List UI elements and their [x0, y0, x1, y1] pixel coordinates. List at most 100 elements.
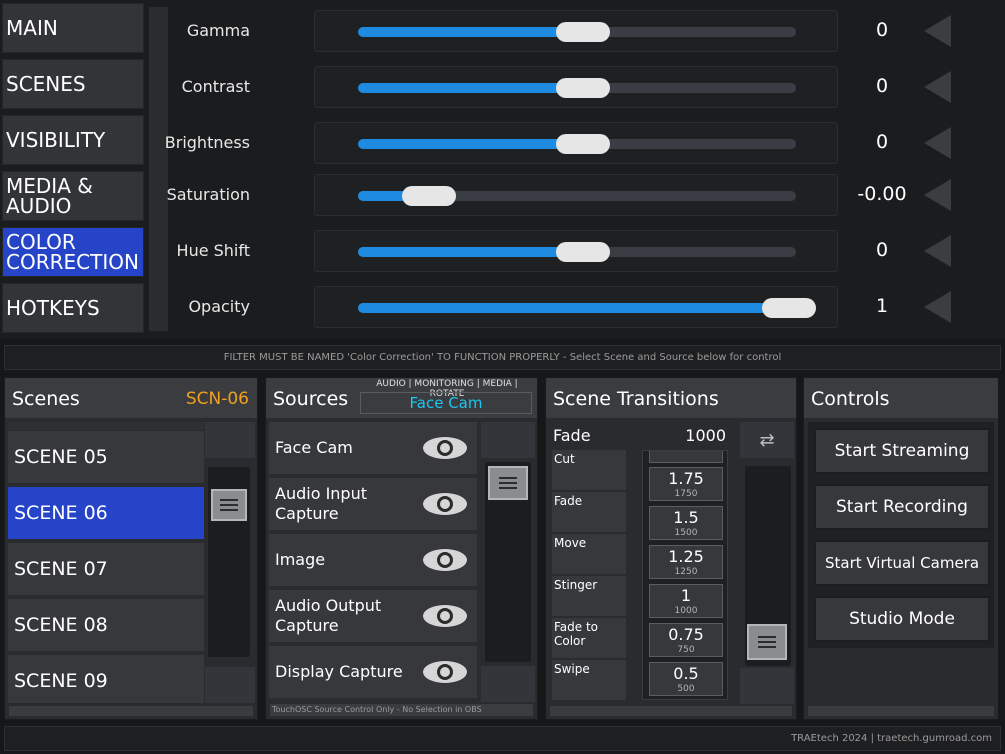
- transition-type-button[interactable]: Cut: [552, 450, 626, 490]
- transition-type-button[interactable]: Fade to Color: [552, 618, 626, 658]
- source-scroll-track[interactable]: [485, 462, 531, 662]
- slider-row-gamma: Gamma 0: [168, 10, 968, 52]
- transition-type-button[interactable]: Swipe: [552, 660, 626, 700]
- duration-button[interactable]: 0.75 750: [649, 623, 723, 657]
- eye-icon[interactable]: [423, 661, 467, 683]
- scenes-panel: Scenes SCN-06 SCENE 05 SCENE 06 SCENE 07 SC…: [4, 377, 258, 720]
- reset-triangle-icon[interactable]: [924, 235, 951, 267]
- scene-item[interactable]: SCENE 08: [8, 599, 204, 651]
- source-item[interactable]: Face Cam: [269, 422, 477, 474]
- duration-ms: 750: [677, 645, 695, 655]
- scene-item[interactable]: SCENE 07: [8, 543, 204, 595]
- scene-scroll-down[interactable]: [205, 667, 255, 703]
- slider-handle[interactable]: [556, 242, 610, 262]
- source-item[interactable]: Audio Input Capture: [269, 478, 477, 530]
- scene-scroll-handle[interactable]: [211, 489, 247, 521]
- source-item[interactable]: Audio Output Capture: [269, 590, 477, 642]
- slider-track[interactable]: [358, 298, 816, 318]
- nav-media-audio-button[interactable]: MEDIA & AUDIO: [2, 171, 144, 221]
- slider-handle[interactable]: [762, 298, 816, 318]
- eye-icon[interactable]: [423, 493, 467, 515]
- start-streaming-button[interactable]: Start Streaming: [814, 428, 990, 474]
- eye-icon[interactable]: [423, 605, 467, 627]
- slider-track[interactable]: [358, 186, 796, 206]
- reset-triangle-icon[interactable]: [924, 127, 951, 159]
- eye-icon[interactable]: [423, 549, 467, 571]
- duration-seconds: 1.75: [668, 469, 704, 488]
- scene-scroll-track[interactable]: [208, 467, 250, 657]
- transition-type-button[interactable]: Move: [552, 534, 626, 574]
- nav-label: MAIN: [6, 16, 58, 40]
- slider-track[interactable]: [358, 78, 796, 98]
- slider-handle[interactable]: [402, 186, 456, 206]
- duration-button[interactable]: 1 1000: [649, 584, 723, 618]
- slider-frame: [314, 66, 838, 108]
- source-scroll-down[interactable]: [481, 666, 535, 702]
- source-item[interactable]: Display Capture: [269, 646, 477, 698]
- transition-scroll-down[interactable]: [740, 668, 794, 704]
- source-item[interactable]: Image: [269, 534, 477, 586]
- current-scene-code: SCN-06: [185, 389, 249, 409]
- nav-color-correction-button[interactable]: COLOR CORRECTION: [2, 227, 144, 277]
- reset-triangle-icon[interactable]: [924, 179, 951, 211]
- nav-label: MEDIA & AUDIO: [6, 174, 93, 218]
- eye-icon[interactable]: [423, 437, 467, 459]
- slider-track[interactable]: [358, 134, 796, 154]
- duration-seconds: 0.75: [668, 625, 704, 644]
- source-label: Image: [275, 550, 326, 569]
- duration-ms: 1500: [674, 528, 698, 538]
- nav-scrollbar[interactable]: [149, 7, 168, 331]
- scene-item[interactable]: SCENE 09: [8, 655, 204, 703]
- slider-handle[interactable]: [556, 134, 610, 154]
- scenes-title: Scenes: [12, 388, 80, 410]
- slider-track[interactable]: [358, 242, 796, 262]
- source-scroll-up[interactable]: [481, 422, 535, 458]
- duration-button[interactable]: 1.75 1750: [649, 467, 723, 501]
- slider-track[interactable]: [358, 22, 796, 42]
- transition-scroll-track[interactable]: [745, 466, 791, 666]
- duration-button[interactable]: 1.25 1250: [649, 545, 723, 579]
- source-label: Audio Output Capture: [275, 596, 382, 635]
- controls-footer: [808, 706, 994, 716]
- transition-type-button[interactable]: Fade: [552, 492, 626, 532]
- duration-button[interactable]: 0.5 500: [649, 662, 723, 696]
- slider-handle[interactable]: [556, 78, 610, 98]
- transition-duration: 1000: [685, 426, 726, 445]
- nav-label: HOTKEYS: [6, 296, 100, 320]
- start-virtual-camera-button[interactable]: Start Virtual Camera: [814, 540, 990, 586]
- reset-triangle-icon[interactable]: [924, 71, 951, 103]
- scene-item[interactable]: SCENE 05: [8, 431, 204, 483]
- nav-visibility-button[interactable]: VISIBILITY: [2, 115, 144, 165]
- slider-label: Saturation: [166, 185, 250, 204]
- slider-frame: [314, 122, 838, 164]
- start-recording-button[interactable]: Start Recording: [814, 484, 990, 530]
- loop-icon[interactable]: ⇄: [740, 422, 794, 458]
- reset-triangle-icon[interactable]: [924, 15, 951, 47]
- duration-button[interactable]: 1.5 1500: [649, 506, 723, 540]
- nav-label: VISIBILITY: [6, 128, 106, 152]
- transition-scroll-handle[interactable]: [747, 624, 787, 660]
- slider-fill: [358, 139, 584, 149]
- slider-value: -0.00: [857, 183, 907, 205]
- scene-item[interactable]: SCENE 06: [8, 487, 204, 539]
- nav-hotkeys-button[interactable]: HOTKEYS: [2, 283, 144, 333]
- nav-main-button[interactable]: MAIN: [2, 3, 144, 53]
- color-correction-area: MAIN SCENES VISIBILITY MEDIA & AUDIO COL…: [0, 0, 1005, 338]
- scene-scroll-up[interactable]: [205, 422, 255, 458]
- slider-frame: [314, 286, 838, 328]
- slider-frame: [314, 10, 838, 52]
- transition-type-button[interactable]: Stinger: [552, 576, 626, 616]
- slider-row-brightness: Brightness 0: [165, 122, 968, 164]
- duration-button[interactable]: 2000: [649, 451, 723, 463]
- sources-title: Sources: [273, 388, 349, 410]
- duration-seconds: 0.5: [673, 664, 699, 683]
- source-scroll-handle[interactable]: [488, 466, 528, 500]
- reset-triangle-icon[interactable]: [924, 291, 951, 323]
- sources-panel: Sources AUDIO | MONITORING | MEDIA | ROT…: [265, 377, 538, 720]
- controls-header: Controls: [804, 378, 998, 418]
- nav-scenes-button[interactable]: SCENES: [2, 59, 144, 109]
- slider-handle[interactable]: [556, 22, 610, 42]
- duration-seconds: 1: [680, 586, 692, 605]
- studio-mode-button[interactable]: Studio Mode: [814, 596, 990, 642]
- duration-ms: 1750: [674, 489, 698, 499]
